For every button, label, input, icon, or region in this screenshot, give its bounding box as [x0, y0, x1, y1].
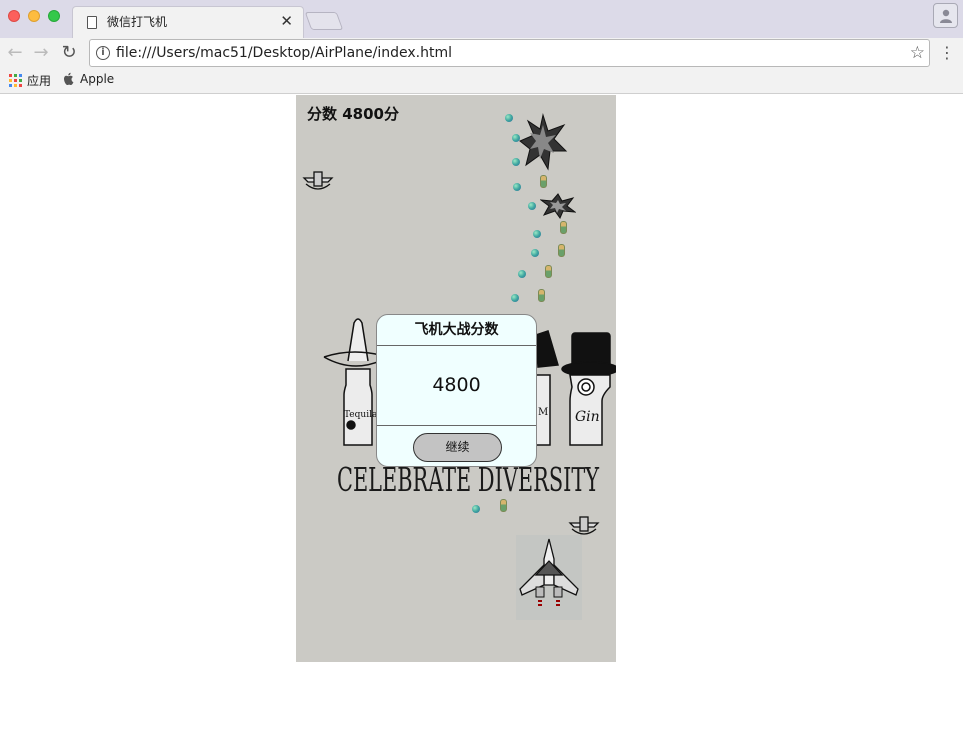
bullet	[505, 114, 513, 122]
back-arrow-icon[interactable]: ←	[4, 42, 26, 64]
address-bar[interactable]: i file:///Users/mac51/Desktop/AirPlane/i…	[89, 39, 930, 67]
profile-button[interactable]	[933, 3, 958, 28]
bookmark-label: 应用	[27, 74, 52, 88]
apps-grid-icon	[9, 74, 22, 87]
window-title-bar: 微信打飞机 ✕	[0, 0, 963, 38]
capsule-bullet	[540, 175, 547, 188]
bullet	[531, 249, 539, 257]
info-icon[interactable]: i	[96, 46, 110, 60]
forward-arrow-icon[interactable]: →	[30, 42, 52, 64]
tab-title: 微信打飞机	[107, 15, 168, 29]
capsule-bullet	[500, 499, 507, 512]
bullet	[528, 202, 536, 210]
bullet	[472, 505, 480, 513]
page-icon	[87, 16, 97, 29]
bookmark-apple[interactable]: Apple	[63, 72, 114, 86]
new-tab-button[interactable]	[304, 12, 344, 30]
minimize-window-button[interactable]	[28, 10, 40, 22]
bullet	[511, 294, 519, 302]
window-controls	[8, 10, 60, 22]
explosion-sprite	[519, 113, 568, 171]
dialog-score: 4800	[377, 346, 536, 426]
capsule-bullet	[560, 221, 567, 234]
menu-dots-icon[interactable]: ⋮	[939, 42, 955, 64]
capsule-bullet	[538, 289, 545, 302]
explosion-sprite	[540, 193, 576, 219]
bottle-label-gin: Gin	[575, 409, 600, 425]
bottle-label-m: M	[538, 407, 548, 418]
enemy-plane	[302, 171, 334, 190]
enemy-plane	[568, 516, 600, 535]
bullet	[533, 230, 541, 238]
bookmark-apps[interactable]: 应用	[9, 72, 51, 89]
reload-icon[interactable]: ↻	[58, 42, 80, 64]
player-plane[interactable]	[516, 535, 582, 620]
hat-bottle-illustration	[535, 330, 559, 446]
bookmark-star-icon[interactable]: ☆	[910, 43, 925, 63]
bookmark-label: Apple	[80, 72, 115, 86]
browser-tab[interactable]: 微信打飞机 ✕	[72, 6, 304, 38]
zoom-window-button[interactable]	[48, 10, 60, 22]
tophat-bottle-illustration	[561, 332, 616, 446]
bottle-label-tequila: Tequila	[344, 410, 378, 420]
person-icon	[940, 9, 952, 23]
bullet	[518, 270, 526, 278]
capsule-bullet	[545, 265, 552, 278]
apple-icon	[64, 72, 74, 85]
url-text[interactable]: file:///Users/mac51/Desktop/AirPlane/ind…	[116, 45, 452, 61]
dialog-title: 飞机大战分数	[377, 315, 536, 346]
close-window-button[interactable]	[8, 10, 20, 22]
continue-button[interactable]: 继续	[413, 433, 502, 462]
browser-toolbar: ← → ↻ i file:///Users/mac51/Desktop/AirP…	[0, 38, 963, 68]
tab-close-icon[interactable]: ✕	[280, 12, 293, 30]
bookmarks-bar: 应用 Apple	[0, 68, 963, 94]
capsule-bullet	[558, 244, 565, 257]
score-display: 分数 4800分	[307, 105, 399, 123]
score-dialog: 飞机大战分数 4800 继续	[376, 314, 537, 467]
bullet	[513, 183, 521, 191]
